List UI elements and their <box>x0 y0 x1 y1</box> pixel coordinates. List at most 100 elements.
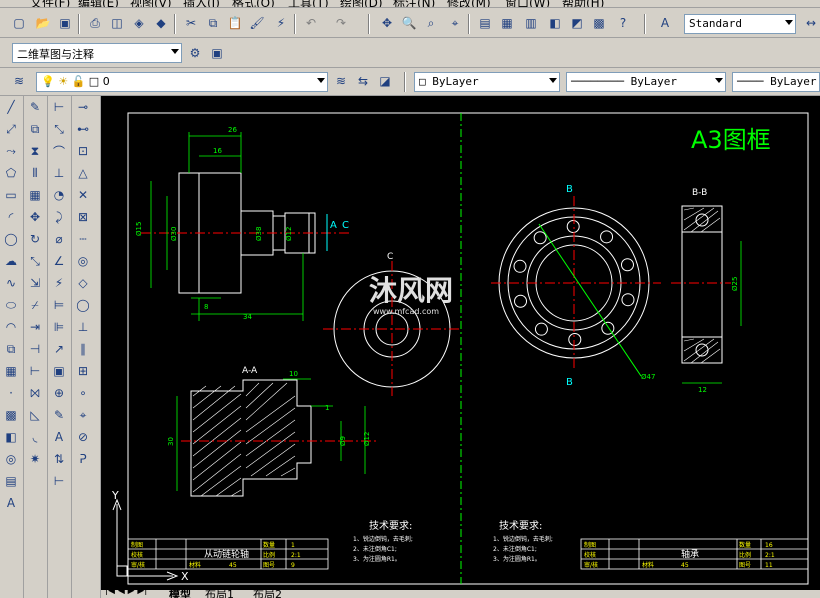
baseline-icon[interactable]: ⊨ <box>50 296 68 314</box>
menu-window[interactable]: 窗口(W) <box>505 0 550 7</box>
erase-icon[interactable]: ✎ <box>26 98 44 116</box>
polygon-icon[interactable]: ⬠ <box>2 164 20 182</box>
linetype-dropdown[interactable]: ──────── ByLayer <box>566 72 726 92</box>
angular-dim-icon[interactable]: ∠ <box>50 252 68 270</box>
quick-leader-icon[interactable]: ↗ <box>50 340 68 358</box>
snap-endpoint-icon[interactable]: ⊡ <box>74 142 92 160</box>
snap-insert-icon[interactable]: ⊞ <box>74 362 92 380</box>
paste-icon[interactable]: 📋 <box>226 14 244 32</box>
redo-icon[interactable]: ↷ <box>332 14 350 32</box>
revcloud-icon[interactable]: ☁ <box>2 252 20 270</box>
snap-center-icon[interactable]: ◎ <box>74 252 92 270</box>
open-icon[interactable]: 📂 <box>34 14 52 32</box>
stretch-icon[interactable]: ⇲ <box>26 274 44 292</box>
snap-nearest-icon[interactable]: ⌖ <box>74 406 92 424</box>
rectangle-icon[interactable]: ▭ <box>2 186 20 204</box>
tool-palettes-icon[interactable]: ▥ <box>522 14 540 32</box>
layer-previous-icon[interactable]: ⇆ <box>354 72 372 90</box>
copy-icon[interactable]: ⧉ <box>204 14 222 32</box>
fillet-icon[interactable]: ◟ <box>26 428 44 446</box>
snap-quadrant-icon[interactable]: ◇ <box>74 274 92 292</box>
zoom-window-icon[interactable]: ⌕ <box>422 14 440 32</box>
array-icon[interactable]: ▦ <box>26 186 44 204</box>
arc-length-icon[interactable]: ⌒ <box>50 142 68 160</box>
help-icon[interactable]: ? <box>614 14 632 32</box>
continue-icon[interactable]: ⊫ <box>50 318 68 336</box>
menu-edit[interactable]: 编辑(E) <box>78 0 119 7</box>
menu-tools[interactable]: 工具(T) <box>288 0 329 7</box>
undo-icon[interactable]: ↶ <box>302 14 320 32</box>
explode-icon[interactable]: ✷ <box>26 450 44 468</box>
line-icon[interactable]: ╱ <box>2 98 20 116</box>
calculator-icon[interactable]: ▩ <box>590 14 608 32</box>
menu-help[interactable]: 帮助(H) <box>562 0 604 7</box>
markup-icon[interactable]: ◩ <box>568 14 586 32</box>
publish-icon[interactable]: ◈ <box>130 14 148 32</box>
design-center-icon[interactable]: ▦ <box>498 14 516 32</box>
snap-parallel-icon[interactable]: ∥ <box>74 340 92 358</box>
point-icon[interactable]: · <box>2 384 20 402</box>
properties-icon[interactable]: ▤ <box>476 14 494 32</box>
quick-dim-icon[interactable]: ⚡ <box>50 274 68 292</box>
linear-dim-icon[interactable]: ⊢ <box>50 98 68 116</box>
table-icon[interactable]: ▤ <box>2 472 20 490</box>
cut-icon[interactable]: ✂ <box>182 14 200 32</box>
my-workspace-icon[interactable]: ▣ <box>208 44 226 62</box>
zoom-previous-icon[interactable]: ⌖ <box>446 14 464 32</box>
zoom-realtime-icon[interactable]: 🔍 <box>400 14 418 32</box>
text-style-icon[interactable]: A <box>656 14 674 32</box>
tab-layout1[interactable]: 布局1 <box>205 590 234 598</box>
dim-style-icon[interactable]: ↔ <box>802 14 820 32</box>
snap-node-icon[interactable]: ∘ <box>74 384 92 402</box>
snap-none-icon[interactable]: ⊘ <box>74 428 92 446</box>
rotate-icon[interactable]: ↻ <box>26 230 44 248</box>
menu-dimension[interactable]: 标注(N) <box>393 0 435 7</box>
menu-insert[interactable]: 插入(I) <box>183 0 220 7</box>
circle-icon[interactable]: ◯ <box>2 230 20 248</box>
break-icon[interactable]: ⊢ <box>26 362 44 380</box>
extend-icon[interactable]: ⇥ <box>26 318 44 336</box>
tab-model[interactable]: 模型 <box>169 590 191 598</box>
join-icon[interactable]: ⨝ <box>26 384 44 402</box>
drawing-canvas[interactable]: A3图框 26 16 Ø15 Ø30 Ø38 Ø12 8 34 A C C 沐风… <box>101 96 820 590</box>
snap-intersection-icon[interactable]: ✕ <box>74 186 92 204</box>
ordinate-icon[interactable]: ⊥ <box>50 164 68 182</box>
diameter-dim-icon[interactable]: ⌀ <box>50 230 68 248</box>
block-editor-icon[interactable]: ⚡ <box>272 14 290 32</box>
pan-icon[interactable]: ✥ <box>378 14 396 32</box>
mirror-icon[interactable]: ⧗ <box>26 142 44 160</box>
lineweight-dropdown[interactable]: ──── ByLayer <box>732 72 820 92</box>
save-icon[interactable]: ▣ <box>56 14 74 32</box>
offset-icon[interactable]: ⫴ <box>26 164 44 182</box>
menu-modify[interactable]: 修改(M) <box>447 0 491 7</box>
snap-tangent-icon[interactable]: ◯ <box>74 296 92 314</box>
new-icon[interactable]: ▢ <box>10 14 28 32</box>
layer-dropdown[interactable]: 💡 ☀ 🔓 □ 0 <box>36 72 328 92</box>
region-icon[interactable]: ◎ <box>2 450 20 468</box>
tolerance-icon[interactable]: ▣ <box>50 362 68 380</box>
ellipse-arc-icon[interactable]: ◠ <box>2 318 20 336</box>
menu-view[interactable]: 视图(V) <box>130 0 172 7</box>
dim-update-icon[interactable]: ⇅ <box>50 450 68 468</box>
mtext-icon[interactable]: A <box>2 494 20 512</box>
ellipse-icon[interactable]: ⬭ <box>2 296 20 314</box>
insert-block-icon[interactable]: ⧉ <box>2 340 20 358</box>
trim-icon[interactable]: ⌿ <box>26 296 44 314</box>
tab-nav-icon[interactable]: |◀ ◀ ▶ ▶| <box>105 590 147 596</box>
temp-track-icon[interactable]: ⊸ <box>74 98 92 116</box>
make-current-icon[interactable]: ≋ <box>332 72 350 90</box>
osnap-settings-icon[interactable]: ᕈ <box>74 450 92 468</box>
polyline-icon[interactable]: ⤳ <box>2 142 20 160</box>
hatch-icon[interactable]: ▩ <box>2 406 20 424</box>
menu-file[interactable]: 文件(F) <box>30 0 70 7</box>
sheet-set-icon[interactable]: ◧ <box>546 14 564 32</box>
break-point-icon[interactable]: ⊣ <box>26 340 44 358</box>
copy-object-icon[interactable]: ⧉ <box>26 120 44 138</box>
dim-text-edit-icon[interactable]: A <box>50 428 68 446</box>
preview-icon[interactable]: ◫ <box>108 14 126 32</box>
match-properties-icon[interactable]: 🖌 <box>248 14 266 32</box>
text-style-dropdown[interactable]: Standard <box>684 14 796 34</box>
dim-edit-icon[interactable]: ✎ <box>50 406 68 424</box>
snap-apparent-icon[interactable]: ⊠ <box>74 208 92 226</box>
snap-from-icon[interactable]: ⊷ <box>74 120 92 138</box>
